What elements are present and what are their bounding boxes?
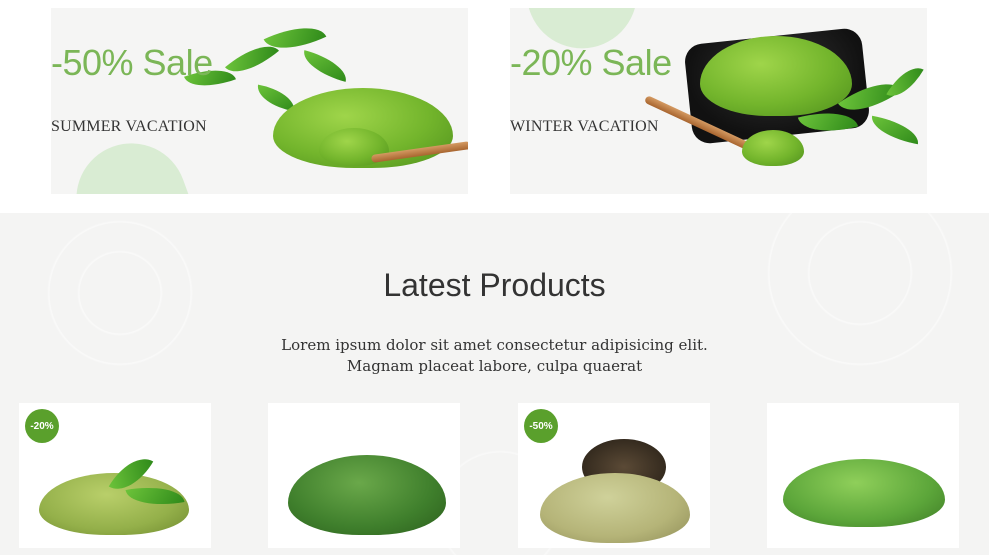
section-title: Latest Products [383, 267, 606, 303]
sale-subtitle: SUMMER VACATION [51, 118, 207, 135]
sale-headline: -20% Sale [510, 42, 672, 83]
sale-subtitle: WINTER VACATION [510, 118, 659, 135]
promo-banner-summer[interactable]: -50% Sale SUMMER VACATION [51, 8, 468, 194]
product-image [767, 403, 959, 548]
latest-products-section: Latest Products Lorem ipsum dolor sit am… [0, 213, 989, 555]
product-card[interactable]: -20% [19, 403, 211, 548]
banner-decoration [60, 127, 196, 194]
product-card[interactable] [767, 403, 959, 548]
description-line-2: Magnam placeat labore, culpa quaerat [346, 357, 643, 375]
promo-banner-winter[interactable]: -20% Sale WINTER VACATION [510, 8, 927, 194]
discount-badge: -20% [25, 409, 59, 443]
section-description: Lorem ipsum dolor sit amet consectetur a… [0, 335, 989, 377]
discount-badge: -50% [524, 409, 558, 443]
sale-headline: -50% Sale [51, 42, 213, 83]
product-card[interactable]: -50% [518, 403, 710, 548]
product-image [268, 403, 460, 548]
description-line-1: Lorem ipsum dolor sit amet consectetur a… [281, 336, 708, 354]
product-card[interactable] [268, 403, 460, 548]
